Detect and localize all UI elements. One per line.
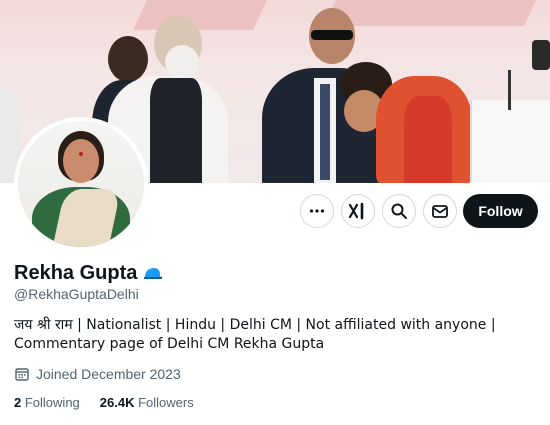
avatar-face [63,139,99,183]
banner-decor [323,0,537,26]
banner-figure [320,84,330,180]
search-button[interactable] [382,194,416,228]
joined-date: Joined December 2023 [14,366,181,382]
banner-figure [165,45,199,79]
follow-stats: 2 Following 26.4K Followers [14,395,194,410]
mail-icon [432,205,448,218]
xai-grok-icon [348,202,364,220]
joined-text: Joined December 2023 [36,366,181,382]
followers-link[interactable]: 26.4K Followers [100,395,194,410]
banner-figure [150,78,202,183]
following-count: 2 [14,395,22,410]
avatar-bindi [79,152,83,156]
banner-figure [404,96,452,183]
banner-figure [108,36,148,82]
followers-label: Followers [138,395,194,410]
follow-button[interactable]: Follow [463,194,538,228]
message-button[interactable] [423,194,457,228]
profile-bio: जय श्री राम | Nationalist | Hindu | Delh… [14,317,496,352]
more-button[interactable] [300,194,334,228]
search-icon [391,203,407,219]
followers-count: 26.4K [99,395,135,410]
profile-avatar[interactable] [14,117,148,251]
banner-mic [532,40,550,70]
banner-decor [133,0,267,30]
banner-podium [470,100,550,183]
profile-name: Rekha Gupta [14,262,138,284]
following-link[interactable]: 2 Following [14,395,80,410]
grok-button[interactable] [341,194,375,228]
profile-handle: @RekhaGuptaDelhi [14,286,139,302]
calendar-icon [15,368,29,381]
more-dots-icon [309,209,325,213]
government-cap-badge-icon[interactable] [143,266,163,282]
profile-name-row: Rekha Gupta [14,262,163,285]
avatar-photo [18,121,144,247]
following-label: Following [24,395,80,410]
banner-mic [508,70,511,110]
banner-figure [311,30,353,40]
